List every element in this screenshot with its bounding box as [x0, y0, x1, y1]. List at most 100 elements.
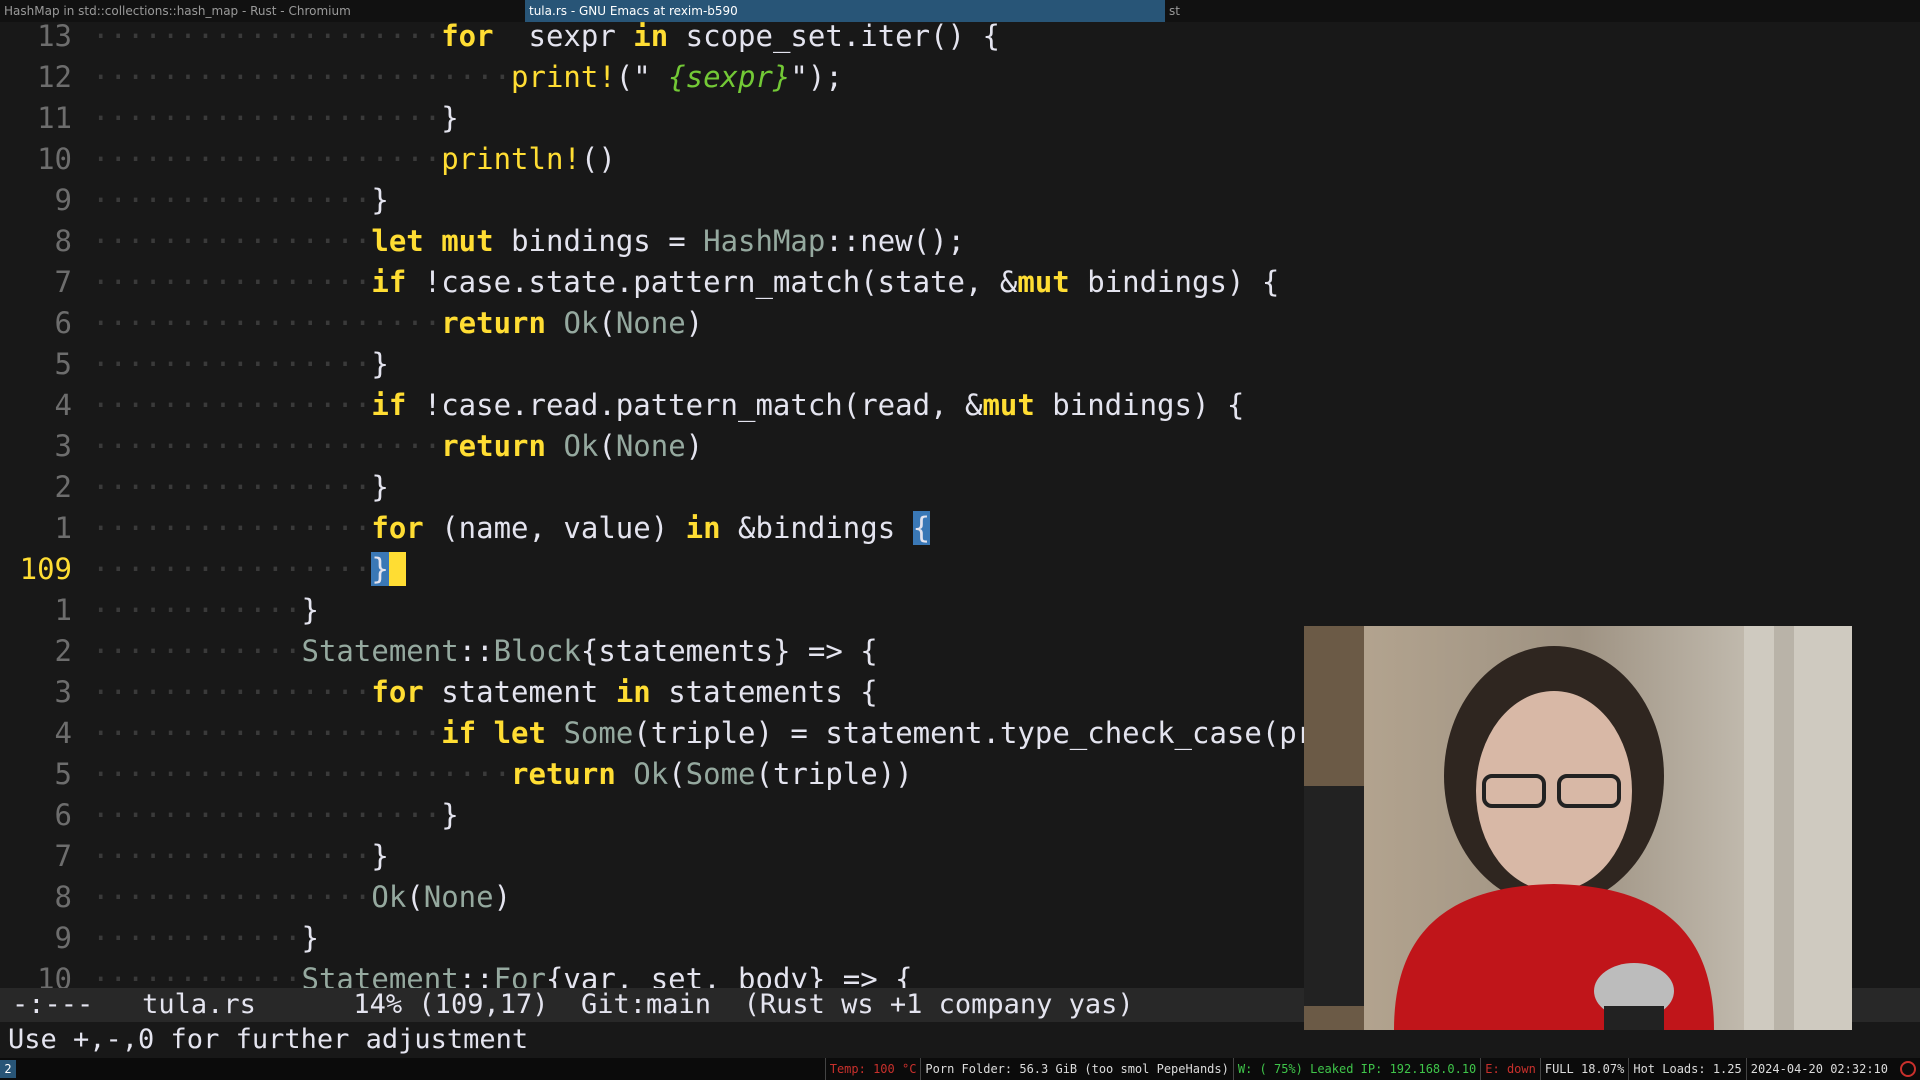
code-text: ················} — [92, 467, 389, 508]
code-token: } — [371, 183, 389, 217]
indent-guide: ···················· — [92, 101, 442, 135]
code-token: return — [511, 757, 616, 791]
code-token: ) — [685, 429, 704, 463]
code-text: ················} — [92, 549, 407, 590]
line-number: 13 — [37, 22, 72, 53]
code-token: ) — [685, 306, 704, 340]
code-line[interactable]: 3 ····················return Ok(None) — [0, 426, 1920, 467]
code-token: sexpr — [493, 22, 634, 53]
code-line[interactable]: 13 ····················for sexpr in scope… — [0, 22, 1920, 57]
code-token: if — [371, 388, 407, 422]
code-token: in — [615, 675, 651, 709]
code-token: ) — [493, 880, 512, 914]
indent-guide: ············ — [92, 634, 302, 668]
task-emacs[interactable]: tula.rs - GNU Emacs at rexim-b590 — [525, 0, 1165, 22]
line-number: 5 — [54, 347, 72, 381]
line-number: 10 — [37, 142, 72, 176]
code-line[interactable]: 8 ················let mut bindings = Hash… — [0, 221, 1920, 262]
buffer-name[interactable]: tula.rs — [142, 989, 256, 1020]
code-token: return — [441, 429, 546, 463]
major-minor-modes[interactable]: (Rust ws +1 company yas) — [744, 989, 1134, 1020]
code-token: Statement — [301, 962, 459, 988]
indent-guide: ···················· — [92, 306, 442, 340]
code-token: Ok — [371, 880, 407, 914]
line-number: 5 — [54, 757, 72, 791]
code-line[interactable]: 7 ················if !case.state.pattern_… — [0, 262, 1920, 303]
code-token: Some — [563, 716, 634, 750]
code-text: ····················if let Some(triple) … — [92, 713, 1419, 754]
indent-guide: ················ — [92, 224, 372, 258]
code-token: statement — [423, 675, 616, 709]
code-line[interactable]: 1 ················for (name, value) in &b… — [0, 508, 1920, 549]
code-token: ( — [598, 429, 616, 463]
code-token: None — [615, 306, 686, 340]
code-token: bindings = — [493, 224, 704, 258]
code-token: (triple) = statement.type_check_case(pro… — [633, 716, 1419, 750]
code-text: ················Ok(None) — [92, 877, 511, 918]
code-line[interactable]: 5 ················} — [0, 344, 1920, 385]
code-line[interactable]: 4 ················if !case.read.pattern_m… — [0, 385, 1920, 426]
indent-guide: ················ — [92, 839, 372, 873]
code-line[interactable]: 11 ····················} — [0, 98, 1920, 139]
code-token: !case.read.pattern_match(read, & — [406, 388, 983, 422]
code-token: mut — [441, 224, 494, 258]
line-number: 9 — [54, 183, 72, 217]
code-token: { — [912, 511, 931, 545]
code-token: {var, set, body} => { — [545, 962, 913, 988]
indent-guide: ···················· — [92, 142, 442, 176]
code-token: Ok — [563, 429, 599, 463]
task-chromium[interactable]: HashMap in std::collections::hash_map - … — [0, 0, 525, 22]
code-text: ············Statement::For{var, set, bod… — [92, 959, 913, 988]
indent-guide: ························ — [92, 757, 512, 791]
code-token: Block — [493, 634, 581, 668]
code-text: ························return Ok(Some(t… — [92, 754, 913, 795]
code-text: ················let mut bindings = HashM… — [92, 221, 965, 262]
workspace-indicator[interactable]: 2 — [0, 1060, 16, 1078]
code-text: ····················for sexpr in scope_s… — [92, 22, 1000, 57]
line-number: 1 — [54, 511, 72, 545]
code-token: } — [371, 347, 389, 381]
code-token: mut — [1017, 265, 1070, 299]
status-bar: 2 Temp: 100 °C Porn Folder: 56.3 GiB (too… — [0, 1058, 1920, 1080]
code-token: None — [615, 429, 686, 463]
indent-guide: ················ — [92, 880, 372, 914]
code-token: bindings) { — [1034, 388, 1245, 422]
code-line[interactable]: 6 ····················return Ok(None) — [0, 303, 1920, 344]
code-token: println! — [441, 142, 581, 176]
cursor-position: 14% (109,17) — [353, 989, 549, 1020]
code-text: ····················} — [92, 98, 459, 139]
line-number: 6 — [54, 306, 72, 340]
code-token: Ok — [563, 306, 599, 340]
line-number: 2 — [54, 470, 72, 504]
status-block: W: ( 75%) Leaked IP: 192.168.0.10 — [1232, 1058, 1480, 1080]
code-token: {statements} => { — [580, 634, 878, 668]
code-token: let — [371, 224, 424, 258]
task-terminal[interactable]: st — [1165, 0, 1225, 22]
code-line[interactable]: 12 ························print!(" {sexp… — [0, 57, 1920, 98]
indent-guide: ················ — [92, 183, 372, 217]
power-icon[interactable] — [1900, 1061, 1916, 1077]
code-text: ················} — [92, 344, 389, 385]
line-number: 8 — [54, 224, 72, 258]
code-token: } — [371, 470, 389, 504]
code-token: if — [371, 265, 407, 299]
code-text: ················if !case.read.pattern_ma… — [92, 385, 1244, 426]
code-line[interactable]: 2 ················} — [0, 467, 1920, 508]
vc-branch[interactable]: Git:main — [581, 989, 711, 1020]
code-line[interactable]: 10 ····················println!() — [0, 139, 1920, 180]
line-number: 3 — [54, 429, 72, 463]
line-number: 10 — [37, 962, 72, 988]
indent-guide: ················ — [92, 347, 372, 381]
current-code-line[interactable]: 109 ················} — [0, 549, 1920, 590]
code-token: } — [301, 593, 319, 627]
code-token: Ok — [633, 757, 669, 791]
code-token: (name, value) — [423, 511, 686, 545]
indent-guide: ···················· — [92, 716, 442, 750]
window-taskbar: HashMap in std::collections::hash_map - … — [0, 0, 1920, 22]
code-line[interactable]: 1 ············} — [0, 590, 1920, 631]
code-text: ················} — [92, 180, 389, 221]
code-line[interactable]: 9 ················} — [0, 180, 1920, 221]
code-token: print! — [511, 60, 616, 94]
